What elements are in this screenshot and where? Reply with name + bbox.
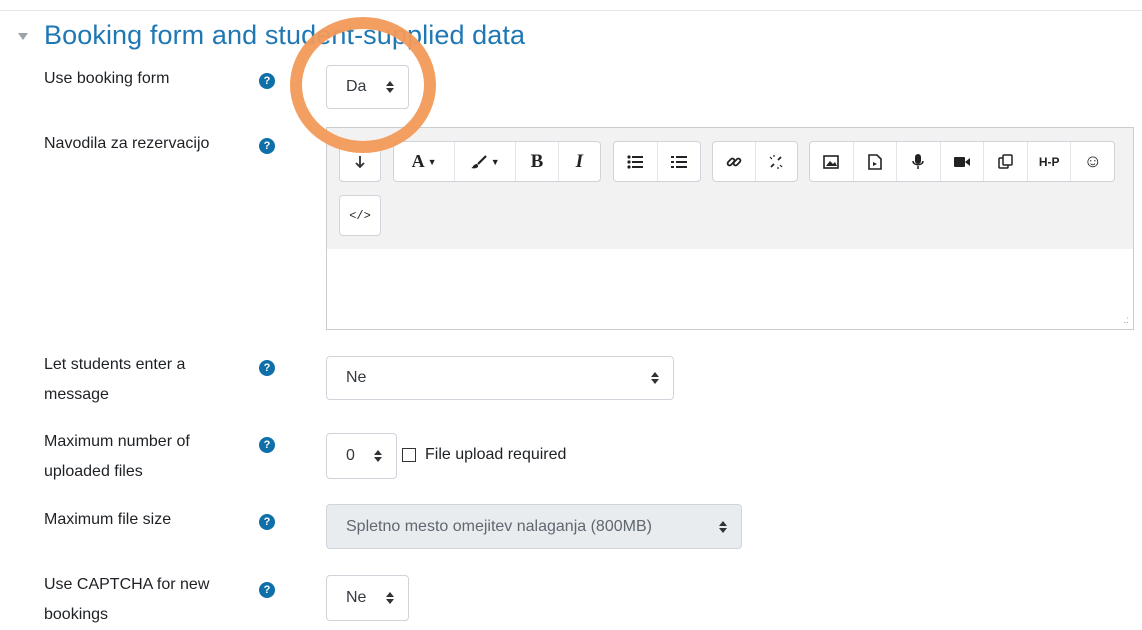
- max-uploaded-files-select[interactable]: 0: [326, 433, 397, 479]
- select-arrows-icon: [386, 81, 394, 93]
- italic-button[interactable]: I: [559, 142, 600, 181]
- help-icon[interactable]: ?: [259, 514, 275, 530]
- section-header[interactable]: Booking form and student-supplied data: [18, 17, 525, 53]
- insert-media-button[interactable]: [854, 142, 898, 181]
- font-color-button[interactable]: ▼: [455, 142, 517, 181]
- insert-emoticon-button[interactable]: ☺: [1071, 142, 1114, 181]
- section-title: Booking form and student-supplied data: [44, 19, 526, 50]
- max-file-size-select[interactable]: Spletno mesto omejitev nalaganja (800MB): [326, 504, 742, 549]
- select-value: Da: [346, 78, 367, 95]
- toolbar-group-links: [712, 141, 798, 182]
- use-booking-form-label: Use booking form: [44, 70, 170, 87]
- editor-toolbar: A ▼ ▼ B I H-P ☺ </>: [327, 128, 1133, 250]
- rich-text-editor[interactable]: A ▼ ▼ B I H-P ☺ </> .:: [326, 127, 1134, 330]
- select-arrows-icon: [374, 450, 382, 462]
- unordered-list-button[interactable]: [614, 142, 658, 181]
- select-arrows-icon: [719, 520, 727, 533]
- toolbar-group-media: H-P ☺: [809, 141, 1115, 182]
- font-style-icon: A: [411, 151, 425, 171]
- record-video-button[interactable]: [941, 142, 985, 181]
- toolbar-group-html: </>: [339, 195, 381, 236]
- use-captcha-select[interactable]: Ne: [326, 575, 409, 621]
- select-arrows-icon: [651, 372, 659, 384]
- help-icon[interactable]: ?: [259, 73, 275, 89]
- instructions-label: Navodila za rezervacijo: [44, 135, 210, 152]
- paragraph-styles-button[interactable]: A ▼: [394, 142, 456, 181]
- microphone-icon: [912, 153, 925, 169]
- help-icon[interactable]: ?: [259, 360, 275, 376]
- use-captcha-label: Use CAPTCHA for new bookings: [44, 576, 210, 623]
- select-value: Spletno mesto omejitev nalaganja (800MB): [346, 517, 652, 535]
- select-arrows-icon: [386, 592, 394, 604]
- unlink-button[interactable]: [756, 142, 798, 181]
- dropdown-caret-icon: ▼: [427, 156, 437, 167]
- link-icon: [726, 157, 742, 166]
- dropdown-caret-icon: ▼: [490, 156, 500, 167]
- html-source-button[interactable]: </>: [340, 196, 380, 235]
- help-icon[interactable]: ?: [259, 138, 275, 154]
- insert-h5p-button[interactable]: H-P: [1028, 142, 1072, 181]
- insert-image-button[interactable]: [810, 142, 854, 181]
- toolbar-group-style: A ▼ ▼ B I: [393, 141, 601, 182]
- let-students-message-select[interactable]: Ne: [326, 356, 674, 400]
- manage-files-button[interactable]: [984, 142, 1028, 181]
- ordered-list-button[interactable]: [658, 142, 701, 181]
- max-file-size-label: Maximum file size: [44, 511, 172, 528]
- toolbar-toggle-icon: [355, 155, 365, 168]
- toolbar-group-lists: [613, 141, 701, 182]
- bold-button[interactable]: B: [516, 142, 559, 181]
- select-value: 0: [346, 447, 355, 464]
- max-uploaded-files-label: Maximum number of uploaded files: [44, 433, 190, 480]
- bullet-list-icon: [627, 154, 644, 169]
- smiley-icon: ☺: [1083, 151, 1102, 171]
- image-icon: [823, 154, 840, 169]
- help-icon[interactable]: ?: [259, 582, 275, 598]
- file-upload-required-checkbox[interactable]: [402, 448, 416, 462]
- h5p-icon: H-P: [1038, 154, 1060, 169]
- collapse-caret-icon[interactable]: [18, 32, 28, 40]
- toolbar-group-show-more: [339, 141, 381, 182]
- select-value: Ne: [346, 369, 367, 386]
- video-camera-icon: [954, 156, 971, 167]
- file-upload-required-label: File upload required: [425, 446, 567, 463]
- numbered-list-icon: [670, 155, 687, 168]
- editor-content-area[interactable]: .:: [327, 249, 1133, 329]
- brush-icon: [470, 154, 487, 168]
- unlink-icon: [769, 154, 783, 169]
- files-icon: [997, 153, 1013, 169]
- resize-grip-icon[interactable]: .:: [1123, 315, 1129, 326]
- let-students-message-label: Let students enter a message: [44, 356, 186, 403]
- show-more-buttons-button[interactable]: [340, 142, 380, 181]
- link-button[interactable]: [713, 142, 756, 181]
- use-booking-form-select[interactable]: Da: [326, 65, 409, 109]
- record-audio-button[interactable]: [897, 142, 941, 181]
- top-divider: [0, 10, 1142, 11]
- help-icon[interactable]: ?: [259, 437, 275, 453]
- media-file-icon: [868, 153, 882, 170]
- select-value: Ne: [346, 589, 367, 606]
